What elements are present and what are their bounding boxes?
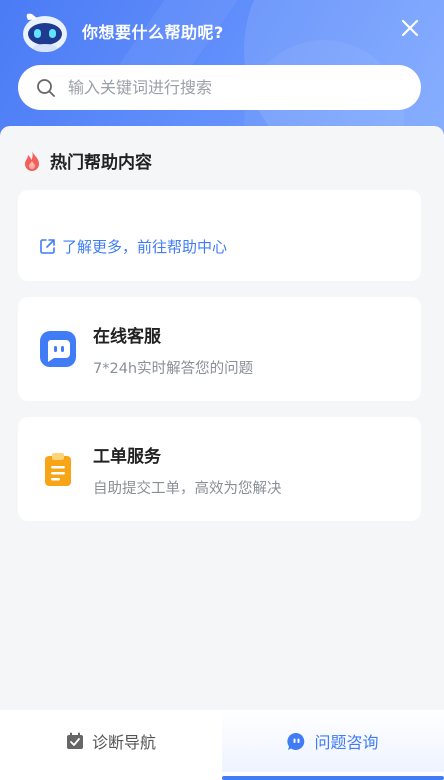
search-input[interactable]	[68, 78, 388, 97]
ticket-service-card[interactable]: 工单服务 自助提交工单，高效为您解决	[18, 417, 421, 521]
clipboard-icon	[40, 451, 76, 487]
tab-diagnosis-navigation[interactable]: 诊断导航	[0, 710, 222, 772]
online-support-title: 在线客服	[93, 327, 161, 347]
bottom-tab-bar: 诊断导航 问题咨询	[0, 710, 444, 780]
search-bar[interactable]	[18, 65, 421, 110]
close-icon	[401, 19, 419, 37]
fire-icon	[25, 150, 39, 171]
tab-consultation-label: 问题咨询	[314, 733, 379, 752]
ticket-service-title: 工单服务	[93, 447, 161, 467]
robot-avatar-icon	[20, 8, 70, 54]
chat-bubble-icon	[40, 331, 76, 367]
close-button[interactable]	[396, 14, 424, 42]
help-center-link-label: 了解更多，前往帮助中心	[62, 238, 228, 256]
online-support-desc: 7*24h实时解答您的问题	[93, 361, 254, 377]
page-title: 你想要什么帮助呢?	[82, 23, 224, 42]
tab-diagnosis-label: 诊断导航	[91, 733, 156, 752]
search-icon	[37, 78, 55, 97]
online-support-card[interactable]: 在线客服 7*24h实时解答您的问题	[18, 297, 421, 401]
external-link-icon	[40, 239, 55, 254]
hot-help-heading: 热门帮助内容	[22, 148, 152, 173]
calendar-check-icon	[66, 732, 83, 749]
chat-bubble-icon	[287, 732, 305, 750]
ticket-service-desc: 自助提交工单，高效为您解决	[93, 481, 282, 497]
tab-problem-consultation[interactable]: 问题咨询	[222, 710, 444, 780]
hot-help-card: 了解更多，前往帮助中心	[18, 190, 421, 281]
help-center-link[interactable]: 了解更多，前往帮助中心	[39, 236, 227, 257]
hot-help-title: 热门帮助内容	[50, 153, 152, 173]
content-panel: 热门帮助内容 了解更多，前往帮助中心 在线客服 7*24h实时解答您的问题 工单…	[0, 126, 444, 710]
active-tab-indicator	[222, 776, 444, 780]
